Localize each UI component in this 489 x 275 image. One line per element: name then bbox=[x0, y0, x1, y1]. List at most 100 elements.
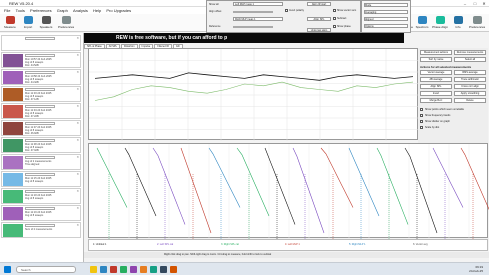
aligned-button[interactable]: Aligned bbox=[364, 17, 408, 21]
measurement-item[interactable]: Sub only Mon 11:15 24 Feb 2025 Avg of 8 sw… bbox=[1, 171, 81, 187]
frequency-bands-checkbox[interactable] bbox=[420, 114, 423, 117]
measurement-name-field[interactable]: Right SPL cal ref.mdat bbox=[25, 71, 55, 74]
mode-select[interactable]: Mode bbox=[364, 3, 408, 7]
measurement-name-field[interactable]: Left MLP meas 1 bbox=[25, 88, 55, 91]
start-icon[interactable] bbox=[4, 266, 11, 273]
close-icon[interactable]: ✕ bbox=[76, 223, 79, 227]
measurement-name-field[interactable]: L+R combined bbox=[25, 224, 55, 227]
measure-button[interactable]: Measure bbox=[2, 16, 18, 30]
menu-tools[interactable]: Tools bbox=[16, 8, 25, 13]
measurement-item[interactable]: Untitled 1 ✕ bbox=[1, 35, 81, 51]
close-icon[interactable]: ✕ bbox=[76, 155, 79, 159]
measurement-item[interactable]: L+R combined Sum of 2 measurements ✕ bbox=[1, 222, 81, 238]
legend-entry[interactable]: 3: Right SPL cal bbox=[221, 243, 239, 246]
legend-entry[interactable]: 4: Left MLP 1 bbox=[285, 243, 300, 246]
minimize-button[interactable]: – bbox=[461, 1, 469, 6]
import-button[interactable]: Import bbox=[20, 16, 36, 30]
menu-graph[interactable]: Graph bbox=[57, 8, 68, 13]
measurement-item[interactable]: Left sub MLP Mon 11:18 24 Feb 2025 Avg of … bbox=[1, 188, 81, 204]
measurement-item[interactable]: Right SPL cal ref.mdat Mon 10:58 24 Feb 2… bbox=[1, 69, 81, 85]
scale-by-dist-checkbox[interactable] bbox=[420, 126, 423, 129]
measurement-name-field[interactable]: Sub only bbox=[25, 173, 55, 176]
measurement-name-field[interactable]: Untitled 1 bbox=[25, 37, 55, 40]
close-icon[interactable]: ✕ bbox=[76, 172, 79, 176]
phase-align-button[interactable]: Phase Align bbox=[432, 16, 448, 30]
measurement-name-field[interactable]: Left SPL cal ref.mdat bbox=[25, 54, 55, 57]
preferences-button[interactable]: Preferences bbox=[58, 16, 74, 30]
align-ir-start-button[interactable]: Align IR start bbox=[307, 2, 331, 6]
measurement-actions-button[interactable]: Measurement actions bbox=[420, 50, 452, 55]
rew-taskbar-icon[interactable] bbox=[170, 266, 177, 273]
measurement-a-select[interactable]: Left MLP meas 1 bbox=[233, 2, 283, 6]
legend-entry[interactable]: 1: Untitled 1 bbox=[93, 243, 106, 246]
mail-icon[interactable] bbox=[110, 266, 117, 273]
measurement-item[interactable]: Left MLP meas 2 Mon 11:07 24 Feb 2025 Avg … bbox=[1, 120, 81, 136]
close-icon[interactable]: ✕ bbox=[76, 70, 79, 74]
speakers-button[interactable]: Speakers bbox=[38, 16, 54, 30]
measurement-item[interactable]: Right MLP meas 2 Mon 11:08 24 Feb 2025 Avg… bbox=[1, 137, 81, 153]
menu-file[interactable]: File bbox=[4, 8, 10, 13]
spectrum-button[interactable]: Spectrum bbox=[414, 16, 430, 30]
system-clock[interactable]: 09:19 24-Feb-25 bbox=[469, 265, 483, 273]
menu-analysis[interactable]: Analysis bbox=[73, 8, 88, 13]
rms-average-button[interactable]: RMS average bbox=[454, 70, 486, 75]
maximize-button[interactable]: □ bbox=[471, 1, 479, 6]
measurement-name-field[interactable]: Left sub MLP bbox=[25, 190, 55, 193]
preferences-right-button[interactable]: Preferences bbox=[469, 16, 485, 30]
file-explorer-icon[interactable] bbox=[90, 266, 97, 273]
averaging-button[interactable]: Averaging bbox=[364, 10, 408, 14]
store-icon[interactable] bbox=[130, 266, 137, 273]
browser-icon[interactable] bbox=[100, 266, 107, 273]
measurement-item[interactable]: Right MLP meas 1 Mon 11:04 24 Feb 2025 Avg… bbox=[1, 103, 81, 119]
sort-by-name-button[interactable]: Sort by name bbox=[420, 57, 452, 62]
measurement-name-field[interactable]: Right sub MLP bbox=[25, 207, 55, 210]
measurement-item[interactable]: Vector avg L+R Avg of 2 measurements Time … bbox=[1, 154, 81, 170]
close-icon[interactable]: ✕ bbox=[76, 189, 79, 193]
gain-slider[interactable] bbox=[233, 26, 273, 28]
align-spl-action-button[interactable]: Align SPL bbox=[420, 84, 452, 89]
measurement-item[interactable]: Right sub MLP Mon 11:19 24 Feb 2025 Avg of… bbox=[1, 205, 81, 221]
photos-icon[interactable] bbox=[150, 266, 157, 273]
legend-entry[interactable]: 6: Vector avg bbox=[413, 243, 428, 246]
menu-pro-upgrades[interactable]: Pro Upgrades bbox=[106, 8, 131, 13]
align-spl-button[interactable]: Align SPL bbox=[307, 17, 331, 21]
options-button[interactable]: Options bbox=[364, 24, 408, 28]
divider-checkbox[interactable] bbox=[420, 120, 423, 123]
close-button[interactable]: ✕ bbox=[480, 1, 488, 6]
measurement-name-field[interactable]: Right MLP meas 1 bbox=[25, 105, 55, 108]
info-button[interactable]: Info bbox=[450, 16, 466, 30]
legend-entry[interactable]: 2: Left SPL cal bbox=[157, 243, 173, 246]
donation-banner[interactable]: REW is free software, but if you can aff… bbox=[84, 33, 404, 43]
unreliable-points-checkbox[interactable] bbox=[420, 108, 423, 111]
settings-icon[interactable] bbox=[160, 266, 167, 273]
merge-button[interactable]: Merge B+C bbox=[420, 98, 452, 103]
impulse-graph[interactable] bbox=[88, 143, 489, 239]
db-average-button[interactable]: dB average bbox=[420, 77, 452, 82]
taskbar-search-input[interactable]: Search bbox=[16, 266, 76, 273]
close-icon[interactable]: ✕ bbox=[76, 138, 79, 142]
chat-icon[interactable] bbox=[120, 266, 127, 273]
measurement-name-field[interactable]: Left MLP meas 2 bbox=[25, 122, 55, 125]
close-icon[interactable]: ✕ bbox=[76, 87, 79, 91]
remove-measurements-button[interactable]: Remove measurements bbox=[454, 50, 486, 55]
close-icon[interactable]: ✕ bbox=[76, 104, 79, 108]
spl-graph[interactable] bbox=[88, 48, 419, 141]
invert-polarity-checkbox[interactable] bbox=[285, 9, 288, 12]
menu-help[interactable]: Help bbox=[93, 8, 101, 13]
invert-button[interactable]: Invert bbox=[420, 91, 452, 96]
measurement-item[interactable]: Left SPL cal ref.mdat Mon 10:57 24 Feb 20… bbox=[1, 52, 81, 68]
music-icon[interactable] bbox=[140, 266, 147, 273]
vector-average-button[interactable]: Vector average bbox=[420, 70, 452, 75]
show-phase-checkbox[interactable] bbox=[333, 25, 336, 28]
spl-graph-svg[interactable] bbox=[89, 49, 419, 141]
delete-button[interactable]: Delete bbox=[454, 98, 486, 103]
undo-align-button[interactable]: Undo last align bbox=[307, 28, 331, 32]
close-icon[interactable]: ✕ bbox=[76, 53, 79, 57]
measurement-b-select[interactable]: Right MLP meas 1 bbox=[233, 17, 283, 21]
measurement-item[interactable]: Left MLP meas 1 Mon 11:03 24 Feb 2025 Avg … bbox=[1, 86, 81, 102]
cross-corr-align-button[interactable]: Cross corr align bbox=[454, 84, 486, 89]
menu-preferences[interactable]: Preferences bbox=[30, 8, 52, 13]
subtract-checkbox[interactable] bbox=[333, 17, 336, 20]
delay-slider[interactable] bbox=[233, 11, 273, 13]
trace-arithmetic-button[interactable]: Trace arithmetic bbox=[454, 77, 486, 82]
